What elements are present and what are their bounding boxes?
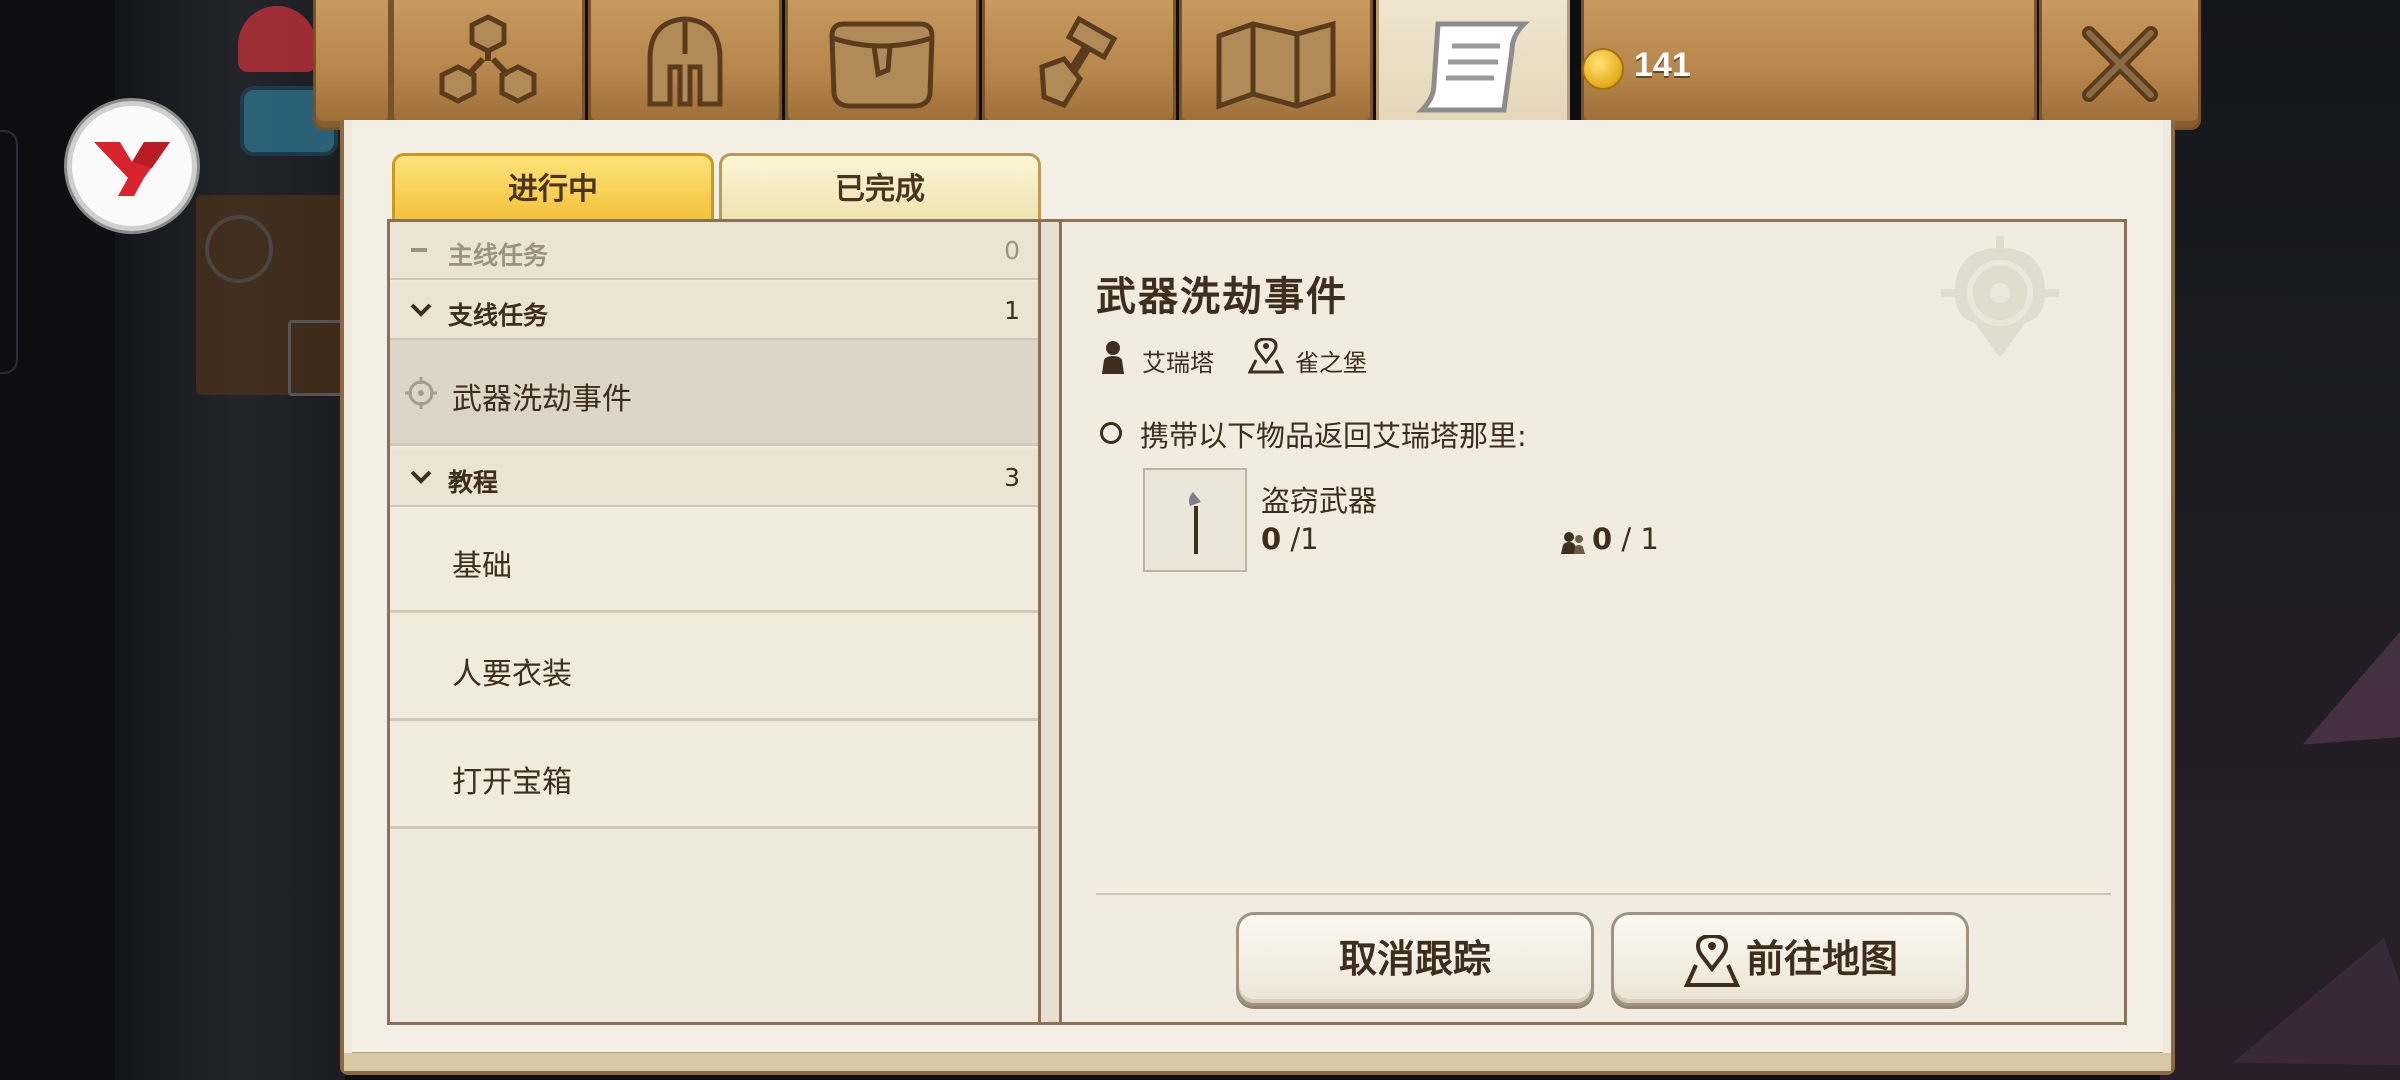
- item-have: 0: [1261, 522, 1282, 556]
- quest-location: 雀之堡: [1295, 349, 1367, 377]
- list-item[interactable]: 人要衣装: [390, 615, 1038, 721]
- party-progress: 0 / 1: [1592, 522, 1659, 556]
- tab-in-progress[interactable]: 进行中: [392, 153, 714, 221]
- coin-amount: 141: [1634, 46, 1691, 84]
- party-need: / 1: [1612, 522, 1659, 556]
- tab-equipment[interactable]: [588, 0, 782, 130]
- category-main-quests[interactable]: 主线任务 0: [390, 222, 1038, 280]
- tab-map[interactable]: [1179, 0, 1373, 130]
- main-tab-bar: [313, 0, 2201, 140]
- app-logo: [67, 101, 197, 231]
- quest-npc: 艾瑞塔: [1142, 349, 1214, 377]
- close-button[interactable]: [2039, 0, 2201, 130]
- bag-tab-icon: [829, 21, 935, 108]
- detail-divider: [1096, 893, 2111, 895]
- go-to-map-button[interactable]: 前往地图: [1611, 912, 1969, 1006]
- category-count: 1: [1004, 296, 1020, 325]
- list-item[interactable]: 武器洗劫事件: [390, 340, 1038, 446]
- location-marker-icon: [1941, 236, 2059, 358]
- objective-text: 携带以下物品返回艾瑞塔那里:: [1140, 419, 1527, 453]
- collapse-icon: [411, 248, 427, 252]
- panel-trim: [344, 1053, 2171, 1071]
- party-icon: [1561, 532, 1585, 554]
- tab-bag[interactable]: [785, 0, 979, 130]
- category-count: 3: [1004, 463, 1020, 492]
- chevron-down-icon: [410, 303, 432, 317]
- item-name: 盗窃武器: [1261, 484, 1378, 518]
- category-label: 支线任务: [448, 301, 549, 330]
- quest-name: 基础: [452, 549, 512, 584]
- item-progress: 0 /1: [1261, 522, 1319, 556]
- quest-name: 打开宝箱: [452, 765, 572, 800]
- location-pin-icon: [1248, 338, 1284, 374]
- helmet-tab-icon: [647, 15, 723, 106]
- quest-list-scrollbar[interactable]: [1038, 222, 1062, 1022]
- category-count: 0: [1004, 236, 1020, 265]
- quest-title: 武器洗劫事件: [1096, 274, 1348, 320]
- scene-right-area: [2160, 0, 2400, 1080]
- quest-list[interactable]: 主线任务 0 支线任务 1 武器洗劫事件 教程 3 基础 人要衣装 打开宝箱: [390, 222, 1038, 1022]
- map-tab-icon: [1216, 20, 1336, 110]
- hud-item-box: [288, 320, 344, 396]
- party-have: 0: [1592, 522, 1613, 556]
- quest-name: 人要衣装: [452, 657, 572, 692]
- tab-crafting[interactable]: [982, 0, 1176, 130]
- untrack-label: 取消跟踪: [1338, 937, 1491, 981]
- list-item[interactable]: 打开宝箱: [390, 723, 1038, 829]
- logo-icon: [94, 142, 170, 196]
- map-pin-icon: [1684, 935, 1740, 987]
- category-tutorial[interactable]: 教程 3: [390, 449, 1038, 507]
- untrack-button[interactable]: 取消跟踪: [1236, 912, 1594, 1006]
- tracking-target-icon: [405, 377, 437, 409]
- tab-edge: [313, 0, 391, 130]
- quest-scroll-tab-icon: [1415, 21, 1531, 112]
- category-side-quests[interactable]: 支线任务 1: [390, 282, 1038, 340]
- team-tab-icon: [439, 13, 537, 104]
- go-to-map-label: 前往地图: [1745, 937, 1898, 981]
- objective-bullet-icon: [1100, 422, 1122, 444]
- close-x-icon: [2082, 25, 2158, 102]
- axe-icon: [1189, 492, 1201, 554]
- tab-team[interactable]: [391, 0, 585, 130]
- crafting-tab-icon: [1039, 15, 1118, 108]
- item-need: /1: [1290, 522, 1319, 556]
- side-panel-edge: [0, 130, 18, 374]
- item-slot[interactable]: [1143, 468, 1247, 572]
- hud-target-icon: [205, 215, 273, 283]
- category-label: 主线任务: [448, 241, 549, 270]
- list-item[interactable]: 基础: [390, 507, 1038, 613]
- npc-person-icon: [1102, 341, 1124, 374]
- category-label: 教程: [448, 468, 499, 497]
- tab-quests[interactable]: [1376, 0, 1570, 140]
- quest-name: 武器洗劫事件: [452, 382, 632, 417]
- tab-completed[interactable]: 已完成: [719, 153, 1041, 221]
- gold-coin-icon: [1582, 48, 1624, 90]
- chevron-down-icon: [410, 470, 432, 484]
